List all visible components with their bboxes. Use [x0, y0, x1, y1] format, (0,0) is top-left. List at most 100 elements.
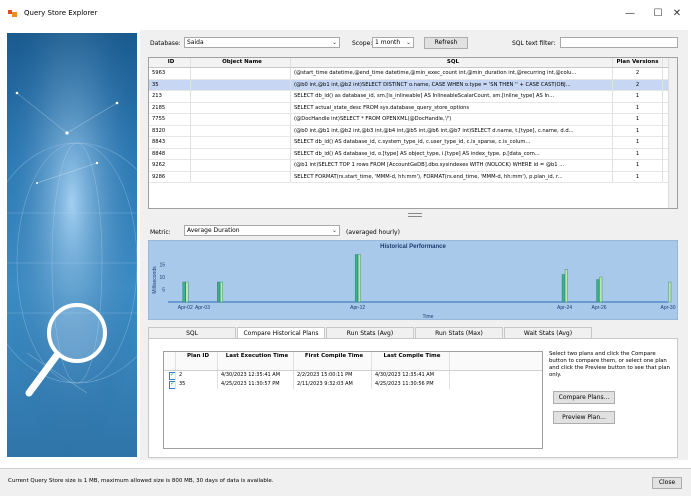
splitter-handle[interactable]	[408, 213, 422, 217]
chart-y-tick-label: 5	[162, 288, 165, 294]
window-title: Query Store Explorer	[24, 9, 98, 17]
query-grid-scrollbar[interactable]	[668, 58, 677, 208]
cell-object-name	[191, 68, 291, 79]
chart-bar	[185, 281, 189, 303]
database-label: Database:	[150, 40, 181, 47]
cell-object-name	[191, 171, 291, 182]
chart-canvas: Historical Performance Milliseconds Time…	[147, 239, 679, 321]
chart-bar	[564, 269, 568, 303]
cell-object-name	[191, 125, 291, 136]
cell-sql: (@b1 int)SELECT TOP 1 rows FROM [Account…	[291, 160, 613, 171]
table-row[interactable]: 9286 SELECT FORMAT(rs.start_time, 'MMM-d…	[149, 171, 677, 183]
tab-run-stats-avg[interactable]: Run Stats (Avg)	[326, 327, 414, 338]
scope-select[interactable]: 1 month ⌄	[372, 37, 414, 48]
cell-object-name	[191, 114, 291, 125]
compare-plans-button[interactable]: Compare Plans...	[553, 391, 615, 404]
table-row-selected[interactable]: 35 (@b0 int,@b1 int,@b2 int)SELECT DISTI…	[149, 79, 677, 91]
table-row[interactable]: 2185 SELECT actual_state_desc FROM sys.d…	[149, 102, 677, 114]
column-header-sql[interactable]: SQL	[291, 58, 613, 67]
chart-y-tick-label: 10	[159, 275, 165, 281]
chart-x-tick-label: Apr-12	[350, 305, 365, 311]
status-text: Current Query Store size is 1 MB, maximu…	[8, 478, 274, 484]
column-header-last-execution-time[interactable]: Last Execution Time	[218, 352, 294, 370]
plans-grid-header: Plan ID Last Execution Time First Compil…	[164, 352, 542, 371]
column-header-plan-id[interactable]: Plan ID	[176, 352, 218, 370]
table-row[interactable]: 8848 SELECT db_id() AS database_id, o.[t…	[149, 148, 677, 160]
chart-y-axis-label: Milliseconds	[152, 266, 158, 294]
table-row[interactable]: 8320 (@b0 int,@b1 int,@b2 int,@b3 int,@b…	[149, 125, 677, 137]
minimize-button[interactable]: —	[619, 6, 641, 22]
cell-sql: (@b0 int,@b1 int,@b2 int,@b3 int,@b4 int…	[291, 125, 613, 136]
compare-help-text: Select two plans and click the Compare b…	[549, 351, 670, 378]
column-header-plan-versions[interactable]: Plan Versions	[613, 58, 663, 67]
cell-object-name	[191, 137, 291, 148]
title-bar: Query Store Explorer — ☐ ✕	[0, 0, 691, 28]
table-row[interactable]: 8843 SELECT db_id() AS database_id, c.sy…	[149, 137, 677, 149]
chart-x-tick-label: Apr-03	[195, 305, 210, 311]
query-grid: ID Object Name SQL Plan Versions 5963 (@…	[148, 57, 678, 209]
chart-x-axis-label: Time	[423, 314, 434, 320]
table-row[interactable]: 35 4/25/2023 11:30:57 PM 2/11/2023 9:32:…	[164, 380, 542, 389]
chart-title: Historical Performance	[380, 244, 446, 250]
scope-value: 1 month	[375, 39, 401, 46]
cell-plan-versions: 2	[613, 68, 663, 79]
plan-checkbox[interactable]	[164, 371, 176, 380]
close-button[interactable]: Close	[652, 477, 682, 489]
cell-plan-versions: 2	[613, 79, 663, 90]
chart-bar	[668, 281, 672, 303]
cell-object-name	[191, 160, 291, 171]
cell-plan-versions: 1	[613, 102, 663, 113]
chart-x-tick-label: Apr-26	[592, 305, 607, 311]
tab-wait-stats-avg[interactable]: Wait Stats (Avg)	[504, 327, 592, 338]
cell-first-compile-time: 2/11/2023 9:32:03 AM	[294, 380, 372, 389]
cell-plan-versions: 1	[613, 114, 663, 125]
plan-checkbox[interactable]	[164, 380, 176, 389]
query-grid-header: ID Object Name SQL Plan Versions	[149, 58, 677, 68]
cell-id: 8843	[149, 137, 191, 148]
cell-id: 9286	[149, 171, 191, 182]
table-row[interactable]: 7755 (@DocHandle int)SELECT * FROM OPENX…	[149, 114, 677, 126]
refresh-button[interactable]: Refresh	[424, 37, 468, 49]
cell-sql: SELECT FORMAT(rs.start_time, 'MMM-d, hh:…	[291, 171, 613, 182]
cell-first-compile-time: 2/2/2023 15:00:11 PM	[294, 371, 372, 380]
chart-y-tick-label: 15	[159, 263, 165, 269]
chart-bar	[357, 254, 361, 303]
status-bar: Current Query Store size is 1 MB, maximu…	[0, 468, 691, 496]
cell-plan-versions: 1	[613, 160, 663, 171]
cell-sql: SELECT db_id() as database_id, sm.[is_in…	[291, 91, 613, 102]
table-row[interactable]: 213 SELECT db_id() as database_id, sm.[i…	[149, 91, 677, 103]
table-row[interactable]: 2 4/30/2023 12:35:41 AM 2/2/2023 15:00:1…	[164, 371, 542, 380]
chevron-down-icon: ⌄	[331, 227, 337, 234]
database-select[interactable]: Saida ⌄	[184, 37, 340, 48]
column-header-id[interactable]: ID	[149, 58, 191, 67]
column-header-object-name[interactable]: Object Name	[191, 58, 291, 67]
close-window-button[interactable]: ✕	[666, 6, 688, 22]
chevron-down-icon: ⌄	[331, 39, 337, 46]
chart-bar	[561, 274, 565, 303]
cell-id: 2185	[149, 102, 191, 113]
cell-object-name	[191, 91, 291, 102]
preview-plan-button[interactable]: Preview Plan...	[553, 411, 615, 424]
tab-run-stats-max[interactable]: Run Stats (Max)	[415, 327, 503, 338]
cell-object-name	[191, 79, 291, 90]
cell-last-compile-time: 4/30/2023 12:35:41 AM	[372, 371, 450, 380]
sql-filter-label: SQL text filter:	[512, 40, 556, 47]
column-header-first-compile-time[interactable]: First Compile Time	[294, 352, 372, 370]
column-header-last-compile-time[interactable]: Last Compile Time	[372, 352, 450, 370]
cell-sql: SELECT db_id() AS database_id, o.[type] …	[291, 148, 613, 159]
chart-x-tick-label: Apr-02	[178, 305, 193, 311]
metric-label: Metric:	[150, 229, 171, 236]
table-row[interactable]: 9262 (@b1 int)SELECT TOP 1 rows FROM [Ac…	[149, 160, 677, 172]
cell-last-execution-time: 4/25/2023 11:30:57 PM	[218, 380, 294, 389]
cell-plan-versions: 1	[613, 125, 663, 136]
cell-id: 213	[149, 91, 191, 102]
metric-select[interactable]: Average Duration ⌄	[184, 225, 340, 236]
tab-sql[interactable]: SQL	[148, 327, 236, 338]
chart-bar	[217, 281, 220, 303]
metric-note: (averaged hourly)	[346, 229, 400, 236]
chart-x-tick-label: Apr-30	[660, 305, 675, 311]
cell-sql: SELECT actual_state_desc FROM sys.databa…	[291, 102, 613, 113]
cell-sql: (@b0 int,@b1 int,@b2 int)SELECT DISTINCT…	[291, 79, 613, 90]
table-row[interactable]: 5963 (@start_time datetime,@end_time dat…	[149, 68, 677, 80]
sql-filter-input[interactable]	[560, 37, 678, 48]
